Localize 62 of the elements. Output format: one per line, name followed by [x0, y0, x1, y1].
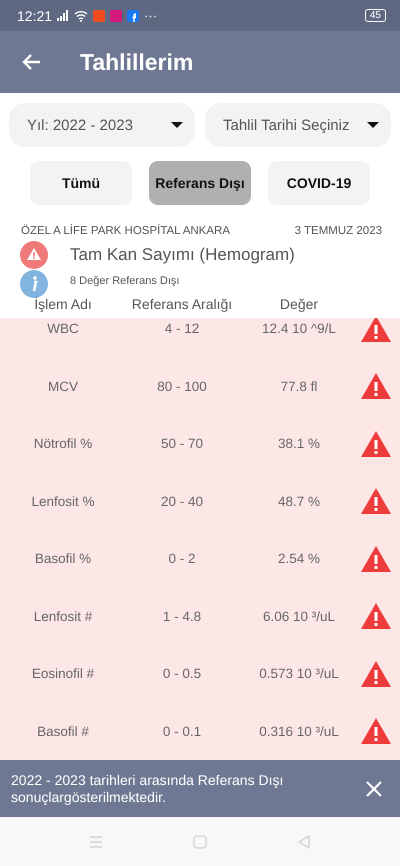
warning-icon — [360, 430, 392, 458]
test-cell-text: Basofil # — [36, 724, 90, 739]
warning-icon — [360, 717, 392, 746]
result-date: 3 TEMMUZ 2023 — [294, 225, 382, 237]
range-cell-text: 1 - 4.8 — [162, 608, 202, 624]
range-cell-text: 4 - 12 — [164, 321, 200, 336]
hospital-name: ÖZEL A LİFE PARK HOSPİTAL ANKARA — [21, 225, 230, 237]
caret-icon — [367, 121, 379, 129]
value-cell-text: 38.1 % — [276, 436, 322, 452]
value-cell-text: 2.54 % — [276, 551, 322, 566]
test-cell-text: Nötrofil % — [32, 436, 94, 452]
value-cell-text: 48.7 % — [276, 494, 322, 509]
range-cell-text: 0 - 0.5 — [162, 666, 202, 682]
column-header: Referans Aralığı — [130, 296, 234, 312]
menu-icon[interactable] — [88, 834, 104, 850]
value-cell-text: 12.4 10 ^9/L — [261, 321, 337, 336]
warning-icon — [20, 241, 48, 269]
warning-icon — [360, 487, 392, 516]
warning-icon — [360, 372, 392, 400]
warning-icon — [360, 544, 392, 573]
page-title: Tahlillerim — [80, 48, 194, 76]
filter-tab[interactable]: Referans Dışı — [149, 161, 251, 205]
test-cell-text: Basofil % — [34, 551, 92, 566]
signal-icon — [57, 8, 70, 22]
snackbar-message: 2022 - 2023 tarihleri arasında Referans Dışı sonuçlargösterilmektedir. — [11, 772, 284, 806]
caret-icon — [171, 121, 183, 129]
filter-dropdown[interactable]: Yıl: 2022 - 2023 — [9, 103, 195, 147]
facebook-icon — [127, 8, 140, 22]
back-icon[interactable] — [296, 834, 312, 850]
filter-dropdown[interactable]: Tahlil Tarihi Seçiniz — [205, 103, 391, 147]
value-cell-text: 0.573 10 ³/uL — [258, 666, 340, 682]
range-cell-text: 50 - 70 — [160, 436, 204, 452]
test-cell-text: Lenfosit % — [30, 494, 96, 509]
column-header: İşlem Adı — [33, 296, 93, 312]
filter-tab[interactable]: COVID-19 — [268, 161, 370, 205]
app-notification-icon — [93, 8, 106, 22]
test-cell-text: Lenfosit # — [32, 608, 94, 624]
test-name: Tam Kan Sayımı (Hemogram) — [70, 245, 295, 265]
status-time: 12:21 — [17, 8, 52, 24]
home-icon[interactable] — [192, 834, 208, 850]
out-of-range-summary: 8 Değer Referans Dışı — [70, 275, 180, 287]
test-cell-text: Eosinofil # — [30, 666, 96, 682]
warning-icon — [360, 318, 392, 343]
range-cell-text: 0 - 2 — [167, 551, 196, 566]
filter-tab[interactable]: Tümü — [30, 161, 132, 205]
column-header: Değer — [278, 296, 320, 312]
value-cell-text: 0.316 10 ³/uL — [258, 724, 340, 739]
more-notifications: ··· — [144, 8, 158, 23]
range-cell-text: 0 - 0.1 — [162, 724, 202, 739]
value-cell-text: 77.8 fl — [280, 378, 318, 394]
info-icon — [20, 270, 48, 298]
warning-icon — [360, 602, 392, 630]
warning-icon — [360, 660, 392, 688]
range-cell-text: 20 - 40 — [160, 494, 204, 509]
close-button[interactable] — [364, 778, 384, 798]
test-cell-text: WBC — [46, 321, 80, 336]
value-cell-text: 6.06 10 ³/uL — [262, 608, 336, 624]
app-notification-icon — [110, 8, 122, 22]
test-cell-text: MCV — [47, 378, 79, 394]
wifi-icon — [74, 8, 88, 22]
battery-level: 45 — [364, 9, 386, 22]
range-cell-text: 80 - 100 — [156, 378, 208, 394]
